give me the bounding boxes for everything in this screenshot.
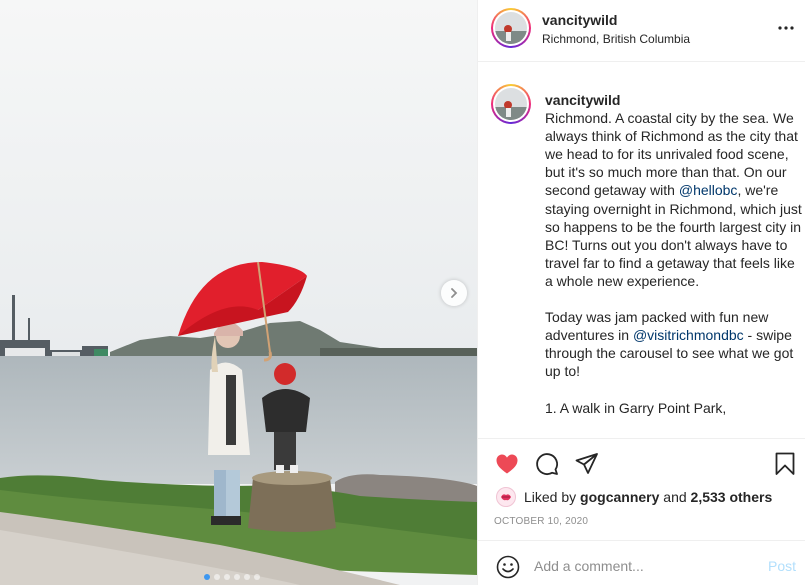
likes-count-link[interactable]: 2,533 others: [691, 489, 773, 505]
caption-fragment: , we're staying overnight in Richmond, w…: [545, 182, 802, 344]
avatar[interactable]: [491, 8, 531, 48]
likes-and: and: [663, 489, 687, 505]
post-photo[interactable]: [0, 0, 477, 585]
mention-link[interactable]: @visitrichmondbc: [633, 327, 744, 343]
likes-prefix: Liked by: [524, 489, 577, 505]
heart-filled-icon[interactable]: [494, 451, 520, 477]
post-date[interactable]: OCTOBER 10, 2020: [494, 516, 588, 527]
bookmark-icon[interactable]: [772, 451, 798, 477]
post-photo-image: [0, 0, 477, 585]
carousel-next-button[interactable]: [441, 280, 467, 306]
carousel-dot: [234, 574, 240, 580]
caption-username[interactable]: vancitywild: [545, 91, 803, 109]
liker-avatar[interactable]: [496, 487, 516, 507]
post-header: vancitywild Richmond, British Columbia: [478, 0, 805, 62]
more-horizontal-icon[interactable]: [777, 22, 795, 34]
comments-section[interactable]: vancitywild Richmond. A coastal city by …: [478, 63, 805, 438]
likes-summary: Liked by gogcannery and 2,533 others: [496, 487, 772, 507]
post-author-username[interactable]: vancitywild: [542, 12, 617, 28]
carousel-dot: [204, 574, 210, 580]
carousel-dot: [224, 574, 230, 580]
paper-plane-icon[interactable]: [574, 451, 600, 477]
profile-picture: [495, 88, 527, 120]
caption-text: Richmond. A coastal city by the sea. We …: [545, 109, 803, 417]
lips-logo-icon: [501, 494, 511, 501]
caption-avatar[interactable]: [491, 84, 531, 124]
comment-bubble-icon[interactable]: [534, 451, 560, 477]
post-comment-button[interactable]: Post: [768, 558, 796, 574]
smiley-icon[interactable]: [496, 555, 520, 579]
add-comment-form: Post: [478, 540, 805, 585]
comment-input[interactable]: [534, 551, 754, 581]
chevron-right-icon: [451, 288, 458, 298]
post-details-panel: vancitywild Richmond, British Columbia v…: [477, 0, 805, 585]
carousel-dot: [214, 574, 220, 580]
liked-by-username[interactable]: gogcannery: [580, 489, 659, 505]
profile-picture: [495, 12, 527, 44]
action-bar: [478, 447, 805, 483]
carousel-dot: [244, 574, 250, 580]
carousel-indicator: [204, 574, 260, 580]
post-location[interactable]: Richmond, British Columbia: [542, 32, 690, 46]
carousel-dot: [254, 574, 260, 580]
mention-link[interactable]: @hellobc: [679, 182, 738, 198]
post-actions-section: Liked by gogcannery and 2,533 others OCT…: [478, 438, 805, 585]
